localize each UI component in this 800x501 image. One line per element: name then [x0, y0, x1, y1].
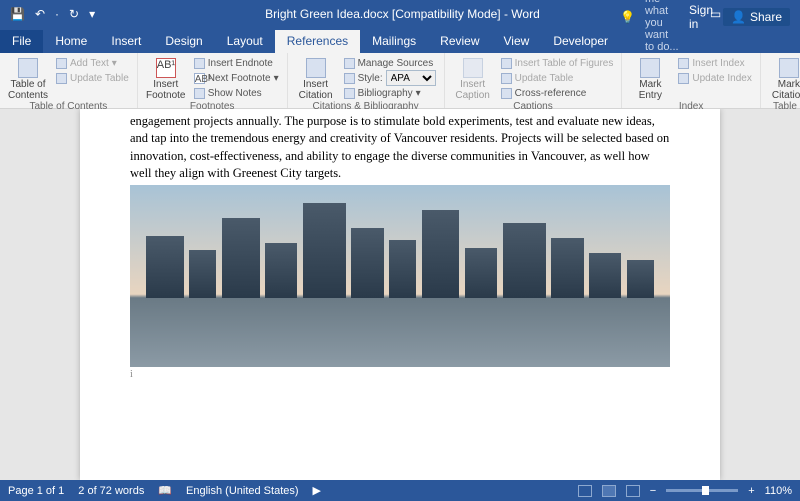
view-print-layout-button[interactable] — [602, 485, 616, 497]
tab-layout[interactable]: Layout — [215, 30, 275, 53]
ribbon: Table of Contents Add Text ▾ Update Tabl… — [0, 53, 800, 109]
insert-citation-button[interactable]: Insert Citation — [294, 56, 338, 101]
cross-reference-button[interactable]: Cross-reference — [499, 86, 616, 100]
group-citations: Insert Citation Manage Sources Style: AP… — [288, 53, 445, 108]
tab-home[interactable]: Home — [43, 30, 99, 53]
share-button[interactable]: 👤Share — [723, 8, 790, 26]
status-page[interactable]: Page 1 of 1 — [8, 485, 64, 497]
zoom-level[interactable]: 110% — [765, 485, 792, 497]
status-bar: Page 1 of 1 2 of 72 words 📖 English (Uni… — [0, 480, 800, 501]
share-icon: 👤 — [731, 10, 746, 24]
view-read-mode-button[interactable] — [578, 485, 592, 497]
inline-image-skyline[interactable] — [130, 185, 670, 367]
tab-insert[interactable]: Insert — [99, 30, 153, 53]
insert-footnote-button[interactable]: AB¹Insert Footnote — [144, 56, 188, 101]
zoom-in-button[interactable]: + — [748, 485, 754, 497]
group-toc: Table of Contents Add Text ▾ Update Tabl… — [0, 53, 138, 108]
footnote-separator: i — [130, 369, 670, 380]
group-index: Mark Entry Insert Index Update Index Ind… — [622, 53, 761, 108]
manage-sources-button[interactable]: Manage Sources — [342, 56, 438, 70]
status-macro-icon[interactable]: ▶ — [313, 484, 321, 497]
tab-design[interactable]: Design — [153, 30, 214, 53]
insert-tof-button[interactable]: Insert Table of Figures — [499, 56, 616, 70]
next-footnote-button[interactable]: AB¹Next Footnote ▾ — [192, 71, 281, 85]
group-footnotes: AB¹Insert Footnote Insert Endnote AB¹Nex… — [138, 53, 288, 108]
window-title: Bright Green Idea.docx [Compatibility Mo… — [95, 7, 710, 21]
tab-view[interactable]: View — [492, 30, 542, 53]
tell-me-input[interactable]: Tell me what you want to do... — [645, 0, 679, 53]
insert-endnote-button[interactable]: Insert Endnote — [192, 56, 281, 70]
zoom-slider[interactable] — [666, 489, 738, 492]
tab-review[interactable]: Review — [428, 30, 491, 53]
tab-mailings[interactable]: Mailings — [360, 30, 428, 53]
tab-developer[interactable]: Developer — [541, 30, 620, 53]
body-paragraph[interactable]: engagement projects annually. The purpos… — [130, 113, 670, 182]
insert-caption-button[interactable]: Insert Caption — [451, 56, 495, 101]
document-canvas[interactable]: engagement projects annually. The purpos… — [0, 109, 800, 480]
undo-icon[interactable]: ↶ — [35, 7, 45, 21]
table-of-contents-button[interactable]: Table of Contents — [6, 56, 50, 101]
update-index-button[interactable]: Update Index — [676, 71, 754, 85]
update-table-button[interactable]: Update Table — [54, 71, 131, 85]
insert-index-button[interactable]: Insert Index — [676, 56, 754, 70]
lightbulb-icon: 💡 — [620, 10, 635, 24]
tab-references[interactable]: References — [275, 30, 360, 53]
group-toa: Mark Citation Table of Authorities — [761, 53, 800, 108]
view-web-layout-button[interactable] — [626, 485, 640, 497]
citation-style-select[interactable]: Style: APA — [342, 71, 438, 85]
update-caption-table-button[interactable]: Update Table — [499, 71, 616, 85]
save-icon[interactable]: 💾 — [10, 7, 25, 21]
status-language[interactable]: English (United States) — [186, 485, 299, 497]
bibliography-button[interactable]: Bibliography ▾ — [342, 86, 438, 100]
mark-entry-button[interactable]: Mark Entry — [628, 56, 672, 101]
qat-divider: · — [55, 7, 59, 21]
mark-citation-button[interactable]: Mark Citation — [767, 56, 800, 101]
add-text-button[interactable]: Add Text ▾ — [54, 56, 131, 70]
redo-icon[interactable]: ↻ — [69, 7, 79, 21]
ribbon-tabs: File Home Insert Design Layout Reference… — [0, 28, 800, 53]
sign-in-link[interactable]: Sign in — [689, 3, 713, 31]
group-captions: Insert Caption Insert Table of Figures U… — [445, 53, 623, 108]
zoom-out-button[interactable]: − — [650, 485, 656, 497]
status-proofing-icon[interactable]: 📖 — [158, 484, 172, 497]
tab-file[interactable]: File — [0, 30, 43, 53]
document-page[interactable]: engagement projects annually. The purpos… — [80, 109, 720, 480]
status-wordcount[interactable]: 2 of 72 words — [78, 485, 144, 497]
show-notes-button[interactable]: Show Notes — [192, 86, 281, 100]
